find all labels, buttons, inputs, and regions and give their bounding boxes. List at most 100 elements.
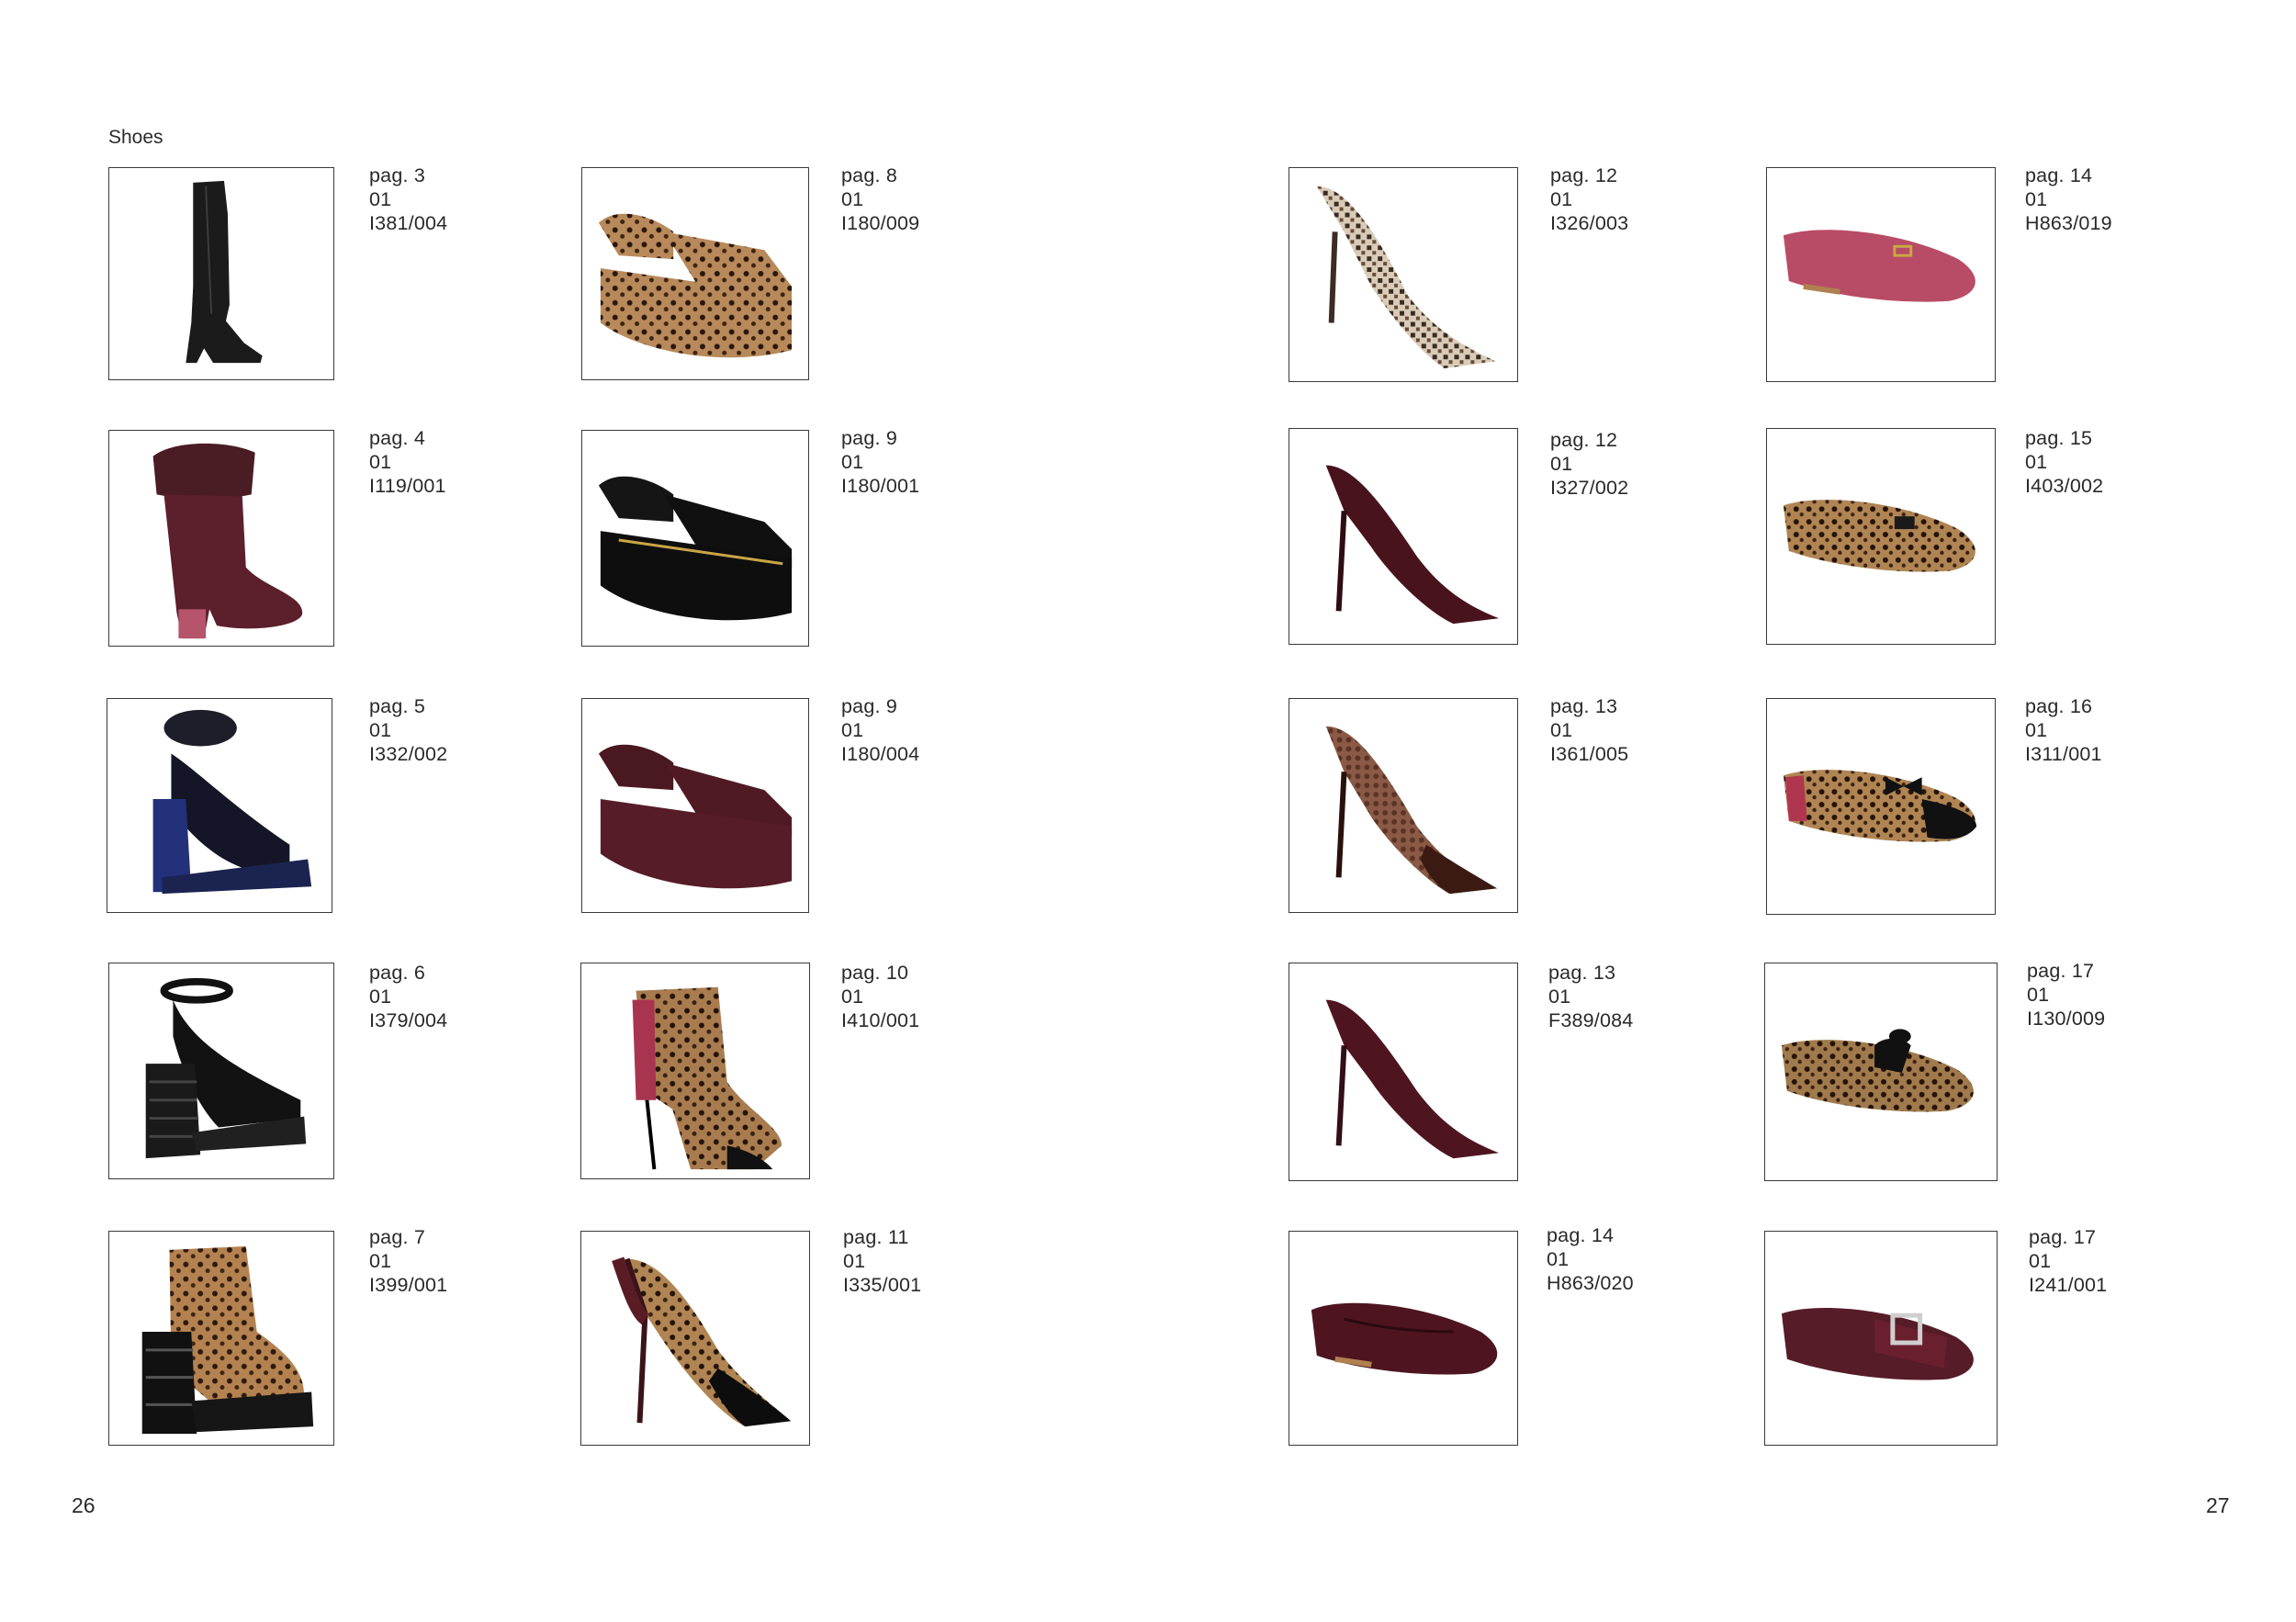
product-thumbnail (108, 167, 334, 380)
product-reference: pag. 6 01 I379/004 (369, 961, 447, 1032)
product-code: 01 I379/004 (369, 986, 448, 1031)
product-code: 01 I381/004 (369, 188, 448, 234)
product-thumbnail (108, 430, 334, 647)
leopard-flatform-sandal-icon (598, 213, 793, 358)
page-reference: pag. 17 (2029, 1226, 2097, 1248)
product-reference: pag. 14 01 H863/020 (1547, 1223, 1634, 1295)
burgundy-buckle-loafer-icon (1781, 1308, 1974, 1380)
product-code: 01 I399/001 (369, 1250, 448, 1296)
black-knee-boot-icon (186, 180, 263, 364)
product-thumbnail (1289, 963, 1518, 1181)
page-reference: pag. 6 (369, 962, 425, 984)
product-code: 01 I119/001 (369, 451, 446, 497)
product-thumbnail (107, 698, 332, 913)
product-code: 01 I361/005 (1550, 719, 1629, 765)
leopard-ballet-flat-icon (1783, 500, 1975, 572)
page-reference: pag. 3 (369, 164, 425, 186)
product-thumbnail (1766, 167, 1996, 382)
product-reference: pag. 9 01 I180/001 (841, 426, 919, 498)
python-print-pump-icon (1316, 186, 1496, 369)
black-ankle-strap-platform-sandal-icon (145, 977, 307, 1159)
product-code: 01 H863/019 (2025, 188, 2112, 234)
burgundy-pump-icon (1325, 999, 1500, 1159)
section-title: Shoes (108, 127, 163, 148)
product-thumbnail (1289, 698, 1518, 913)
product-code: 01 I130/009 (2027, 984, 2106, 1030)
page-reference: pag. 12 (1550, 429, 1618, 451)
page-reference: pag. 10 (841, 962, 909, 984)
leopard-lace-up-platform-icon (141, 1245, 314, 1435)
page-reference: pag. 14 (1547, 1224, 1615, 1246)
product-code: 01 I403/002 (2025, 451, 2104, 497)
product-reference: pag. 17 01 I241/001 (2029, 1225, 2107, 1297)
black-flatform-sandal-icon (598, 476, 793, 621)
page-reference: pag. 9 (841, 695, 897, 717)
product-thumbnail (1289, 428, 1518, 645)
product-thumbnail (1764, 1231, 1998, 1446)
product-code: 01 I180/009 (841, 188, 920, 234)
product-reference: pag. 13 01 F389/084 (1548, 961, 1633, 1032)
burgundy-fur-cuff-boot-icon (152, 443, 303, 639)
page-reference: pag. 13 (1548, 962, 1616, 984)
product-thumbnail (1766, 428, 1996, 645)
leopard-black-toe-pump-icon (612, 1256, 792, 1427)
product-code: 01 I180/001 (841, 451, 920, 497)
product-reference: pag. 4 01 I119/001 (369, 426, 446, 498)
page-reference: pag. 15 (2025, 427, 2093, 449)
product-code: 01 I327/002 (1550, 453, 1629, 499)
product-code: 01 I241/001 (2029, 1250, 2108, 1296)
product-reference: pag. 11 01 I335/001 (843, 1225, 921, 1297)
product-reference: pag. 3 01 I381/004 (369, 163, 447, 235)
page-number-right: 27 (2206, 1493, 2230, 1517)
page-reference: pag. 16 (2025, 695, 2093, 717)
product-code: 01 I410/001 (841, 986, 920, 1031)
burgundy-ballet-flat-icon (1311, 1302, 1498, 1375)
page-reference: pag. 14 (2025, 164, 2093, 186)
product-thumbnail (581, 167, 809, 380)
page-reference: pag. 17 (2027, 960, 2095, 982)
product-reference: pag. 5 01 I332/002 (369, 694, 447, 766)
product-reference: pag. 12 01 I326/003 (1550, 163, 1628, 235)
product-reference: pag. 9 01 I180/004 (841, 694, 919, 766)
leopard-peep-toe-bootie-icon (632, 986, 782, 1170)
product-thumbnail (581, 698, 809, 913)
product-reference: pag. 12 01 I327/002 (1550, 428, 1628, 500)
product-code: 01 I180/004 (841, 719, 920, 765)
burgundy-suede-pump-icon (1325, 465, 1500, 625)
product-reference: pag. 17 01 I130/009 (2027, 959, 2105, 1031)
burgundy-flatform-sandal-icon (598, 744, 793, 889)
page-number-left: 26 (72, 1493, 96, 1517)
product-code: 01 H863/020 (1547, 1248, 1634, 1294)
product-code: 01 I335/001 (843, 1250, 922, 1296)
pink-ballet-flat-icon (1783, 230, 1975, 302)
product-reference: pag. 16 01 I311/001 (2025, 694, 2102, 766)
product-thumbnail (1289, 1231, 1518, 1446)
leopard-tassel-loafer-icon (1781, 1029, 1974, 1112)
product-thumbnail (1289, 167, 1518, 382)
page-reference: pag. 11 (843, 1226, 909, 1248)
product-reference: pag. 8 01 I180/009 (841, 163, 919, 235)
page-reference: pag. 4 (369, 427, 425, 449)
product-code: 01 F389/084 (1548, 986, 1634, 1031)
page-reference: pag. 12 (1550, 164, 1618, 186)
product-thumbnail (1766, 698, 1996, 915)
product-thumbnail (108, 1231, 334, 1446)
product-thumbnail (580, 1231, 810, 1446)
page-reference: pag. 7 (369, 1226, 425, 1248)
product-thumbnail (108, 963, 334, 1179)
page-reference: pag. 9 (841, 427, 897, 449)
product-code: 01 I326/003 (1550, 188, 1629, 234)
bronze-snake-pump-icon (1325, 726, 1498, 895)
product-reference: pag. 7 01 I399/001 (369, 1225, 447, 1297)
product-thumbnail (580, 963, 810, 1179)
navy-fur-strap-platform-sandal-icon (152, 709, 312, 895)
page-reference: pag. 8 (841, 164, 897, 186)
product-code: 01 I311/001 (2025, 719, 2102, 765)
product-code: 01 I332/002 (369, 719, 448, 765)
leopard-bow-flat-icon (1783, 770, 1977, 842)
product-thumbnail (581, 430, 809, 647)
page-reference: pag. 5 (369, 695, 425, 717)
product-reference: pag. 13 01 I361/005 (1550, 694, 1628, 766)
product-reference: pag. 10 01 I410/001 (841, 961, 919, 1032)
page-reference: pag. 13 (1550, 695, 1618, 717)
